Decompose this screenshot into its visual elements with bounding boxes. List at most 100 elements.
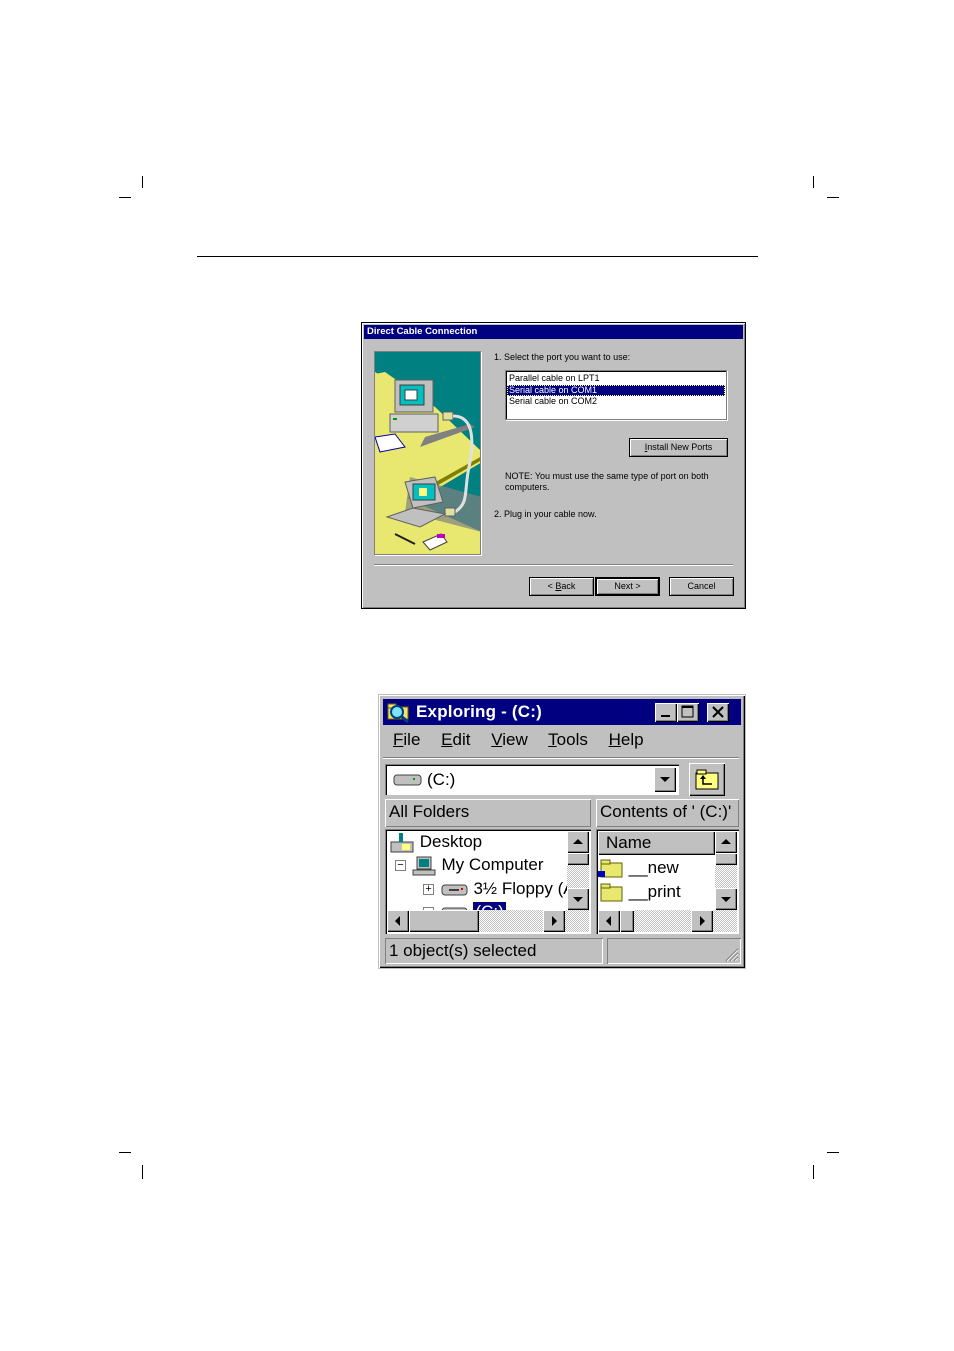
maximize-button[interactable] — [677, 703, 699, 722]
back-label: ack — [561, 581, 576, 591]
tree-vertical-scrollbar[interactable] — [567, 831, 589, 910]
menu-file-label: ile — [403, 730, 421, 749]
menu-view-accel: V — [491, 730, 503, 749]
scroll-up-button[interactable] — [715, 831, 737, 853]
crop-mark-bottom-left-vertical — [142, 1165, 143, 1179]
menu-file[interactable]: File — [393, 730, 420, 749]
explorer-window: Exploring - (C:) File Edit View Tools He… — [378, 694, 746, 969]
tree-horizontal-scrollbar[interactable] — [387, 910, 589, 932]
menu-help[interactable]: Help — [609, 730, 644, 749]
status-bar-text-panel: 1 object(s) selected — [385, 938, 603, 964]
expand-icon[interactable]: + — [423, 884, 434, 896]
file-name: __new — [628, 858, 679, 877]
menu-edit[interactable]: Edit — [441, 730, 470, 749]
crop-mark-bottom-right-vertical — [813, 1165, 814, 1179]
address-value: (C:) — [427, 770, 456, 789]
tree-item-floppy[interactable]: + 3½ Floppy (A:) — [423, 878, 585, 901]
scroll-right-button[interactable] — [543, 910, 565, 932]
explorer-titlebar[interactable]: Exploring - (C:) — [383, 699, 741, 725]
step1-instruction: 1. Select the port you want to use: — [494, 352, 631, 362]
contents-vertical-scrollbar[interactable] — [715, 831, 737, 910]
minimize-icon — [661, 715, 670, 717]
crop-mark-top-right-horizontal — [827, 197, 839, 198]
contents-vscroll-thumb[interactable] — [715, 853, 737, 865]
explorer-title: Exploring - (C:) — [416, 702, 542, 721]
crop-mark-top-left-horizontal — [119, 197, 131, 198]
port-option[interactable]: Serial cable on COM2 — [507, 396, 725, 408]
folder-icon — [600, 883, 623, 902]
contents-hscroll-thumb[interactable] — [620, 910, 634, 932]
menu-bar: File Edit View Tools Help — [393, 730, 660, 750]
tree-hscroll-thumb[interactable] — [409, 910, 479, 932]
contents-label: Contents of ' (C:)' — [600, 802, 732, 821]
scroll-left-button[interactable] — [387, 910, 409, 932]
cancel-button[interactable]: Cancel — [669, 577, 734, 596]
shared-folder-icon — [598, 859, 623, 878]
arrow-left-icon — [395, 916, 400, 926]
arrow-left-icon — [606, 916, 611, 926]
status-bar-right-panel — [607, 938, 741, 964]
scroll-left-button[interactable] — [598, 910, 620, 932]
port-listbox[interactable]: Parallel cable on LPT1 Serial cable on C… — [505, 370, 727, 420]
contents-horizontal-scrollbar[interactable] — [598, 910, 737, 932]
menu-view-label: iew — [502, 730, 528, 749]
tree-vscroll-thumb[interactable] — [567, 853, 589, 865]
folder-tree-pane[interactable]: Desktop − My Computer + 3½ Floppy (A:) − — [385, 829, 591, 934]
arrow-down-icon — [573, 897, 583, 902]
up-one-level-button[interactable] — [689, 763, 725, 796]
explorer-magnifier-icon — [387, 703, 409, 723]
dialog-separator — [374, 564, 733, 566]
back-button[interactable]: < Back — [529, 577, 594, 596]
menu-help-label: elp — [620, 730, 644, 749]
address-dropdown-button[interactable] — [654, 767, 676, 792]
direct-cable-connection-dialog: Direct Cable Connection 1. Select the po… — [361, 322, 746, 609]
arrow-up-icon — [721, 839, 731, 844]
close-icon — [712, 706, 724, 718]
menu-view[interactable]: View — [491, 730, 528, 749]
menu-edit-label: dit — [452, 730, 471, 749]
column-name-label: Name — [606, 833, 652, 852]
hard-drive-icon — [393, 774, 422, 786]
minimize-button[interactable] — [655, 703, 677, 722]
scroll-down-button[interactable] — [567, 888, 589, 910]
arrow-up-icon — [573, 839, 583, 844]
port-option-selected[interactable]: Serial cable on COM1 — [507, 384, 725, 396]
file-item[interactable]: __new — [598, 857, 679, 880]
scroll-up-button[interactable] — [567, 831, 589, 853]
dialog-titlebar[interactable]: Direct Cable Connection — [364, 325, 743, 339]
tree-item-desktop[interactable]: Desktop — [389, 831, 482, 854]
next-label: Next > — [614, 581, 641, 591]
file-name: __print — [628, 882, 681, 901]
up-folder-icon — [695, 769, 719, 790]
step2-instruction: 2. Plug in your cable now. — [494, 509, 597, 519]
tree-item-my-computer[interactable]: − My Computer — [395, 854, 544, 877]
scroll-right-button[interactable] — [691, 910, 713, 932]
maximize-icon — [681, 705, 694, 718]
note-text: NOTE: You must use the same type of port… — [505, 471, 709, 492]
menu-edit-accel: E — [441, 730, 453, 749]
floppy-drive-icon — [441, 884, 468, 896]
column-header-name[interactable]: Name — [598, 831, 715, 855]
install-label: nstall New Ports — [647, 442, 713, 452]
menu-tools-label: ools — [556, 730, 588, 749]
menu-tools-accel: T — [548, 730, 557, 749]
menu-tools[interactable]: Tools — [548, 730, 588, 749]
resize-grip-icon[interactable] — [723, 946, 739, 962]
arrow-right-icon — [700, 916, 705, 926]
next-button[interactable]: Next > — [595, 577, 660, 596]
toolbar-separator — [383, 757, 739, 759]
collapse-icon[interactable]: − — [395, 860, 406, 872]
port-option[interactable]: Parallel cable on LPT1 — [507, 373, 725, 385]
contents-pane[interactable]: Name __new __print — [596, 829, 739, 934]
address-combobox[interactable]: (C:) — [385, 764, 679, 795]
contents-header: Contents of ' (C:)' — [596, 799, 739, 827]
tree-label: My Computer — [441, 855, 544, 874]
desktop-icon — [390, 832, 414, 853]
menu-file-accel: F — [393, 730, 404, 749]
scroll-down-button[interactable] — [715, 888, 737, 910]
install-new-ports-button[interactable]: Install New Ports — [629, 438, 728, 457]
cancel-label: Cancel — [687, 581, 716, 591]
close-button[interactable] — [707, 703, 729, 722]
file-item[interactable]: __print — [598, 881, 681, 904]
arrow-right-icon — [552, 916, 557, 926]
